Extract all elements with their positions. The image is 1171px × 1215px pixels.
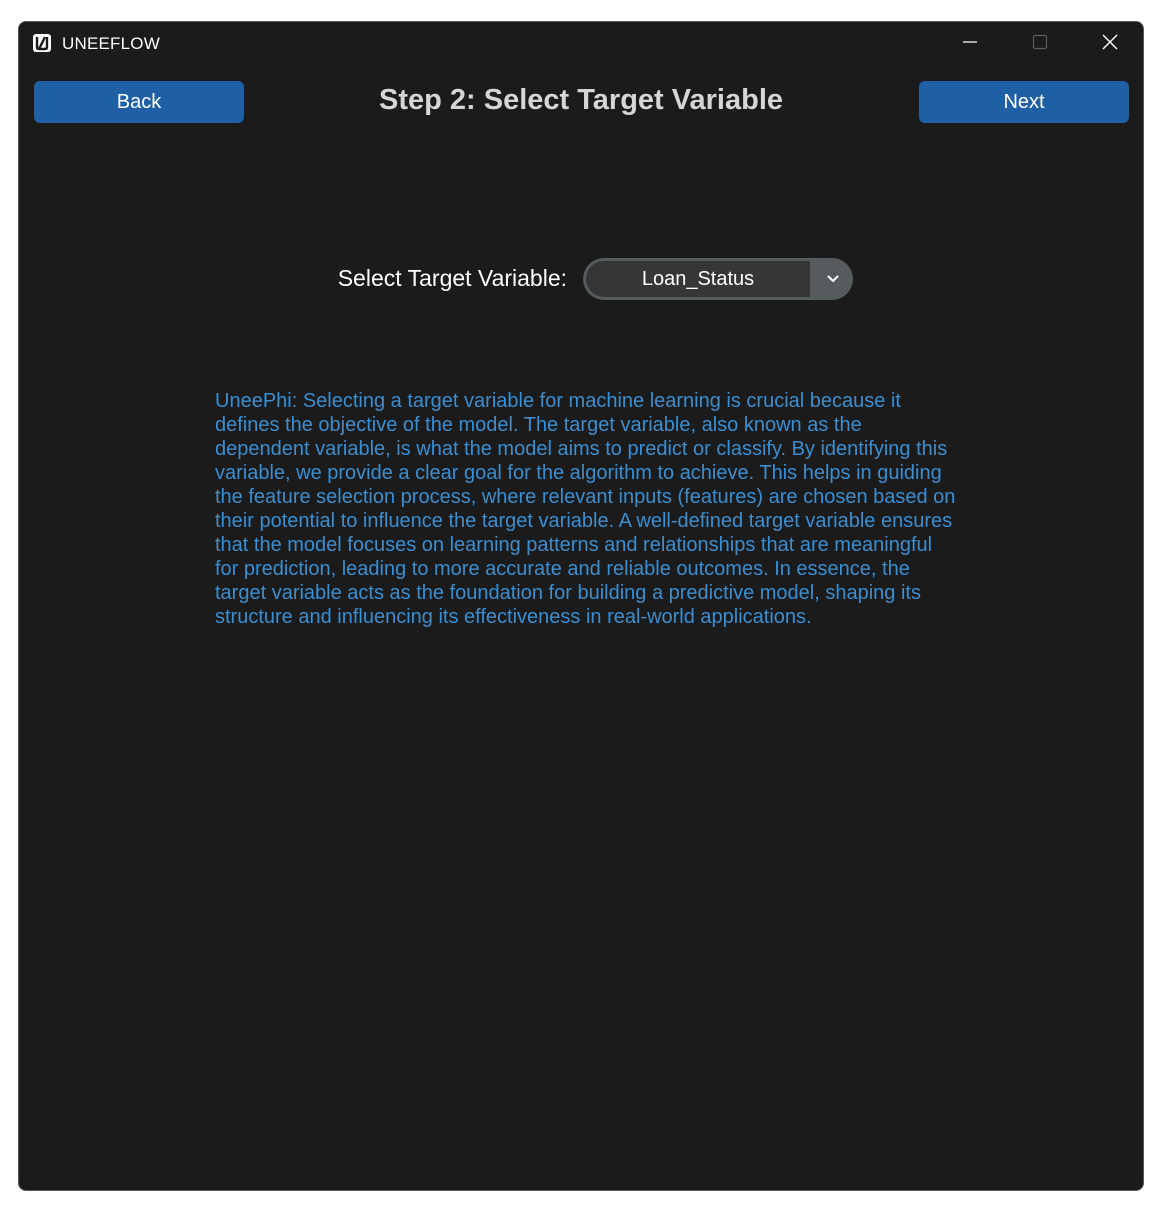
maximize-button[interactable]	[1005, 22, 1075, 66]
app-window: UNEEFLOW Back Step 2: Select Target Vari…	[18, 21, 1144, 1191]
dropdown-arrow-button[interactable]	[813, 258, 853, 300]
target-variable-label: Select Target Variable:	[337, 265, 567, 291]
target-variable-dropdown[interactable]: Loan_Status	[583, 258, 853, 300]
target-variable-value[interactable]: Loan_Status	[586, 261, 810, 297]
close-icon	[1101, 33, 1119, 56]
chevron-down-icon	[827, 270, 839, 288]
window-title: UNEEFLOW	[62, 34, 160, 53]
minimize-button[interactable]	[935, 22, 1005, 66]
close-button[interactable]	[1075, 22, 1143, 66]
app-logo-icon	[33, 34, 51, 52]
title-bar[interactable]: UNEEFLOW	[19, 22, 1143, 66]
next-button[interactable]: Next	[919, 81, 1129, 123]
minimize-icon	[962, 34, 978, 55]
info-description: UneePhi: Selecting a target variable for…	[215, 390, 956, 628]
maximize-icon	[1032, 34, 1048, 55]
